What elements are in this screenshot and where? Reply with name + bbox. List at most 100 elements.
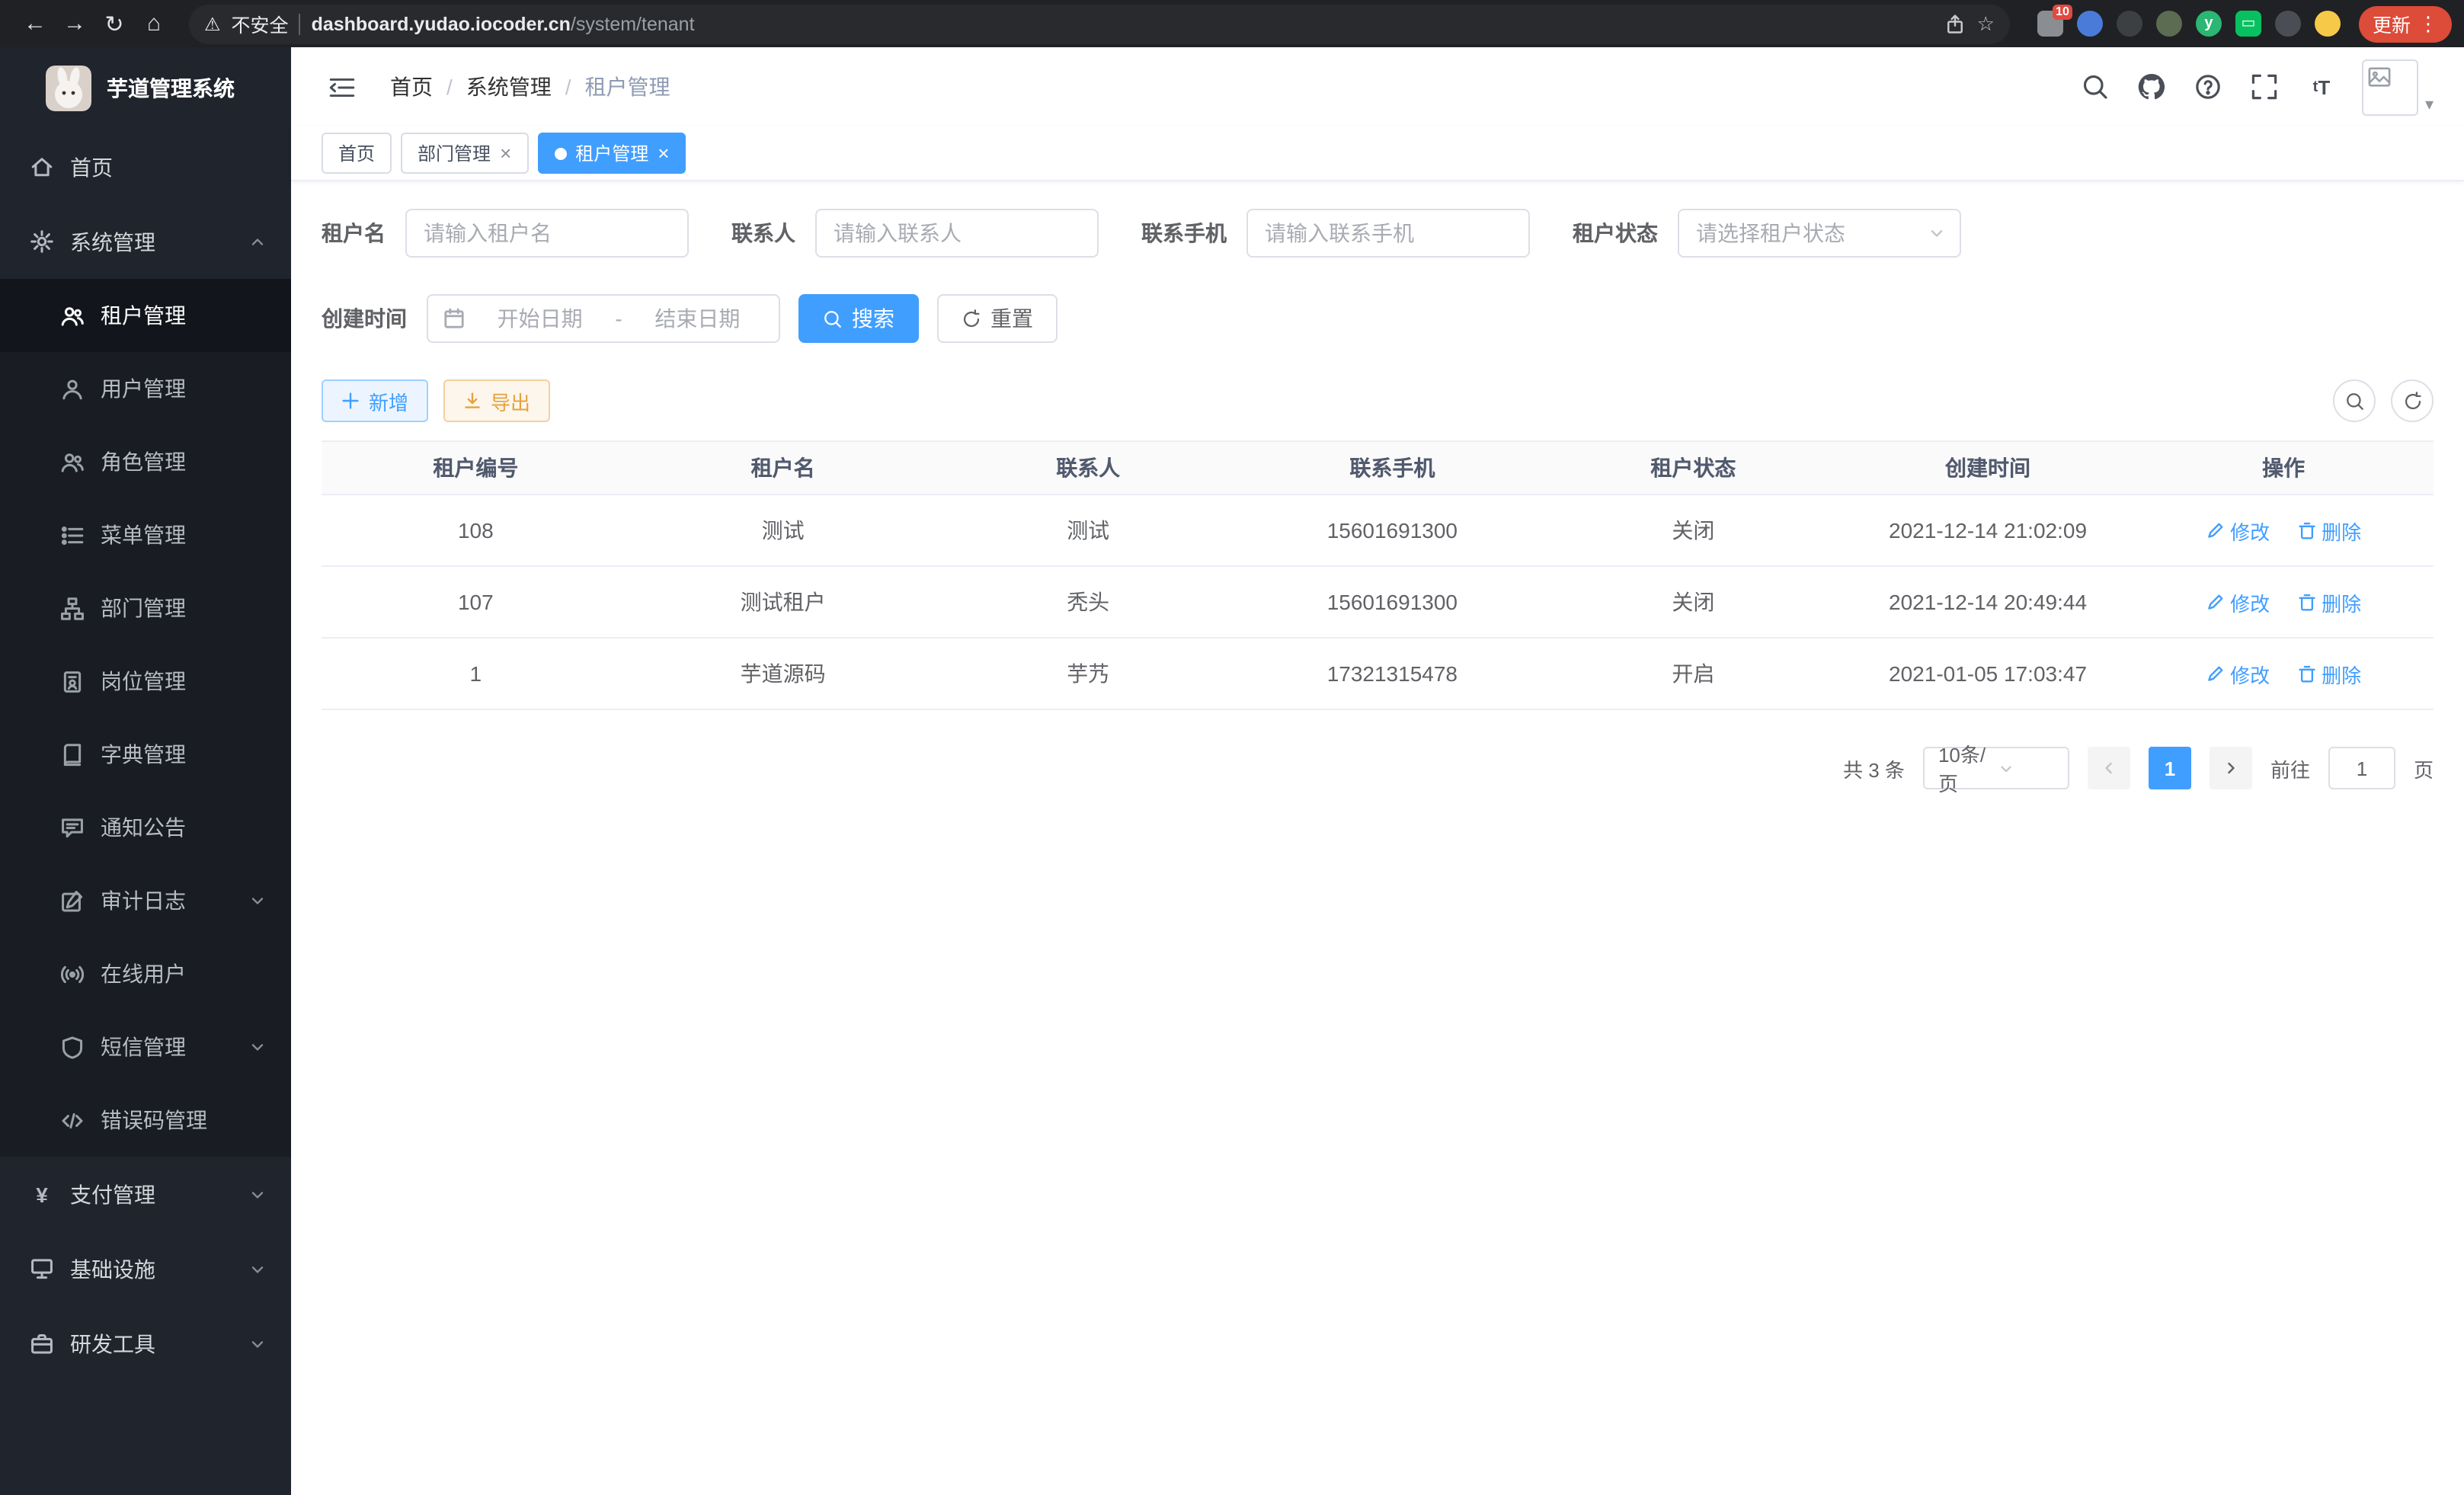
sidebar-item-dict[interactable]: 字典管理 (0, 718, 291, 791)
avatar-broken-image-icon (2363, 59, 2419, 115)
sidebar-item-home[interactable]: 首页 (0, 130, 291, 204)
search-icon[interactable] (2081, 72, 2111, 102)
profile-avatar-icon[interactable] (2315, 11, 2341, 37)
sidebar-item-label: 在线用户 (101, 959, 267, 989)
table-row: 1 芋道源码 芋艿 17321315478 开启 2021-01-05 17:0… (322, 638, 2434, 709)
breadcrumb-home[interactable]: 首页 (390, 72, 433, 102)
extension-icon-3[interactable] (2117, 11, 2142, 37)
sidebar-item-dev-tools[interactable]: 研发工具 (0, 1306, 291, 1381)
sidebar-item-tenant[interactable]: 租户管理 (0, 279, 291, 352)
sidebar-item-error-code[interactable]: 错误码管理 (0, 1084, 291, 1157)
delete-button[interactable]: 删除 (2297, 587, 2361, 616)
filter-actions: 搜索 重置 (798, 294, 1058, 343)
browser-menu-icon[interactable]: ⋮ (2418, 11, 2438, 36)
gear-icon (30, 230, 53, 253)
reset-button[interactable]: 重置 (937, 294, 1058, 343)
sidebar-item-role[interactable]: 角色管理 (0, 425, 291, 498)
sidebar-logo[interactable]: 芋道管理系统 (0, 47, 291, 130)
goto-page-input[interactable] (2328, 747, 2395, 789)
sidebar-item-payment[interactable]: ¥ 支付管理 (0, 1157, 291, 1231)
toolbox-icon (30, 1332, 53, 1355)
edit-button[interactable]: 修改 (2206, 516, 2270, 545)
close-icon[interactable]: × (500, 143, 511, 163)
url-text[interactable]: dashboard.yudao.iocoder.cn/system/tenant (312, 13, 1934, 34)
delete-button[interactable]: 删除 (2297, 516, 2361, 545)
toggle-search-icon[interactable] (2333, 379, 2376, 422)
tenant-name-input[interactable] (405, 209, 689, 258)
font-size-icon[interactable]: tT (2306, 72, 2337, 102)
date-separator: - (615, 306, 622, 331)
delete-button[interactable]: 删除 (2297, 659, 2361, 688)
address-bar[interactable]: ⚠ 不安全 dashboard.yudao.iocoder.cn/system/… (189, 4, 2010, 43)
sidebar-item-post[interactable]: 岗位管理 (0, 645, 291, 718)
sidebar-item-online-users[interactable]: 在线用户 (0, 937, 291, 1010)
tab-home[interactable]: 首页 (322, 133, 392, 174)
github-icon[interactable] (2137, 72, 2168, 102)
extension-icon-5[interactable]: y (2196, 11, 2222, 37)
col-contact: 联系人 (936, 441, 1240, 495)
sidebar-item-dept[interactable]: 部门管理 (0, 571, 291, 645)
date-range-picker[interactable]: 开始日期 - 结束日期 (427, 294, 780, 343)
extension-icon-4[interactable] (2156, 11, 2182, 37)
cell-created: 2021-12-14 20:49:44 (1842, 566, 2134, 638)
export-button[interactable]: 导出 (443, 379, 550, 422)
chevron-down-icon (248, 892, 267, 910)
security-label[interactable]: 不安全 (232, 9, 289, 38)
sidebar-item-infrastructure[interactable]: 基础设施 (0, 1231, 291, 1306)
browser-home-icon[interactable]: ⌂ (134, 4, 174, 43)
cell-created: 2021-01-05 17:03:47 (1842, 638, 2134, 709)
tab-dept[interactable]: 部门管理 × (401, 133, 528, 174)
phone-input[interactable] (1246, 209, 1530, 258)
sidebar-item-audit-log[interactable]: 审计日志 (0, 864, 291, 937)
refresh-icon[interactable] (2391, 379, 2434, 422)
sidebar-item-label: 部门管理 (101, 593, 267, 623)
browser-back-icon[interactable]: ← (15, 4, 55, 43)
fullscreen-icon[interactable] (2250, 72, 2280, 102)
search-button[interactable]: 搜索 (798, 294, 919, 343)
page-size-select[interactable]: 10条/页 (1923, 747, 2069, 789)
sidebar-item-system[interactable]: 系统管理 (0, 204, 291, 279)
breadcrumb-system[interactable]: 系统管理 (466, 72, 552, 102)
bookmark-star-icon[interactable]: ☆ (1977, 11, 1995, 36)
share-icon[interactable] (1945, 13, 1966, 34)
sidebar-toggle-icon[interactable] (328, 72, 357, 101)
close-icon[interactable]: × (658, 143, 669, 163)
status-field: 租户状态 请选择租户状态 (1573, 209, 1961, 258)
next-page-button[interactable] (2210, 747, 2252, 789)
cell-contact: 测试 (936, 495, 1240, 566)
prev-page-button[interactable] (2088, 747, 2130, 789)
extension-icon-1[interactable]: 10 (2037, 11, 2063, 37)
sidebar-item-notice[interactable]: 通知公告 (0, 791, 291, 864)
extension-badge: 10 (2053, 5, 2072, 20)
active-tab-dot (554, 147, 566, 159)
browser-forward-icon[interactable]: → (55, 4, 94, 43)
sidebar-item-label: 基础设施 (70, 1253, 232, 1284)
browser-reload-icon[interactable]: ↻ (94, 4, 134, 43)
logo-avatar (46, 66, 91, 111)
main-panel: 首页 / 系统管理 / 租户管理 tT ▾ (291, 47, 2464, 1495)
add-button[interactable]: 新增 (322, 379, 428, 422)
extension-icon-7[interactable] (2275, 11, 2301, 37)
system-submenu: 租户管理 用户管理 角色管理 菜单管理 (0, 279, 291, 1157)
extension-icon-2[interactable] (2077, 11, 2103, 37)
contact-input[interactable] (815, 209, 1099, 258)
status-select[interactable]: 请选择租户状态 (1678, 209, 1961, 258)
reset-button-label: 重置 (990, 303, 1033, 334)
address-divider (299, 13, 301, 34)
tab-tenant[interactable]: 租户管理 × (537, 133, 686, 174)
edit-button[interactable]: 修改 (2206, 659, 2270, 688)
user-avatar-menu[interactable]: ▾ (2363, 59, 2434, 115)
extension-icon-6[interactable]: ▭ (2235, 11, 2261, 37)
create-time-label: 创建时间 (322, 303, 407, 334)
page-number-1[interactable]: 1 (2149, 747, 2191, 789)
browser-update-button[interactable]: 更新 ⋮ (2359, 5, 2452, 42)
chevron-down-icon (248, 1038, 267, 1056)
sidebar-item-menu-mgmt[interactable]: 菜单管理 (0, 498, 291, 571)
cell-phone: 15601691300 (1240, 566, 1544, 638)
edit-button[interactable]: 修改 (2206, 587, 2270, 616)
sidebar-item-sms[interactable]: 短信管理 (0, 1010, 291, 1084)
sidebar-item-user[interactable]: 用户管理 (0, 352, 291, 425)
tab-label: 租户管理 (575, 140, 648, 166)
content-area: 租户名 联系人 联系手机 租户状态 请选择租户状态 (291, 181, 2464, 1495)
help-icon[interactable] (2194, 72, 2224, 102)
